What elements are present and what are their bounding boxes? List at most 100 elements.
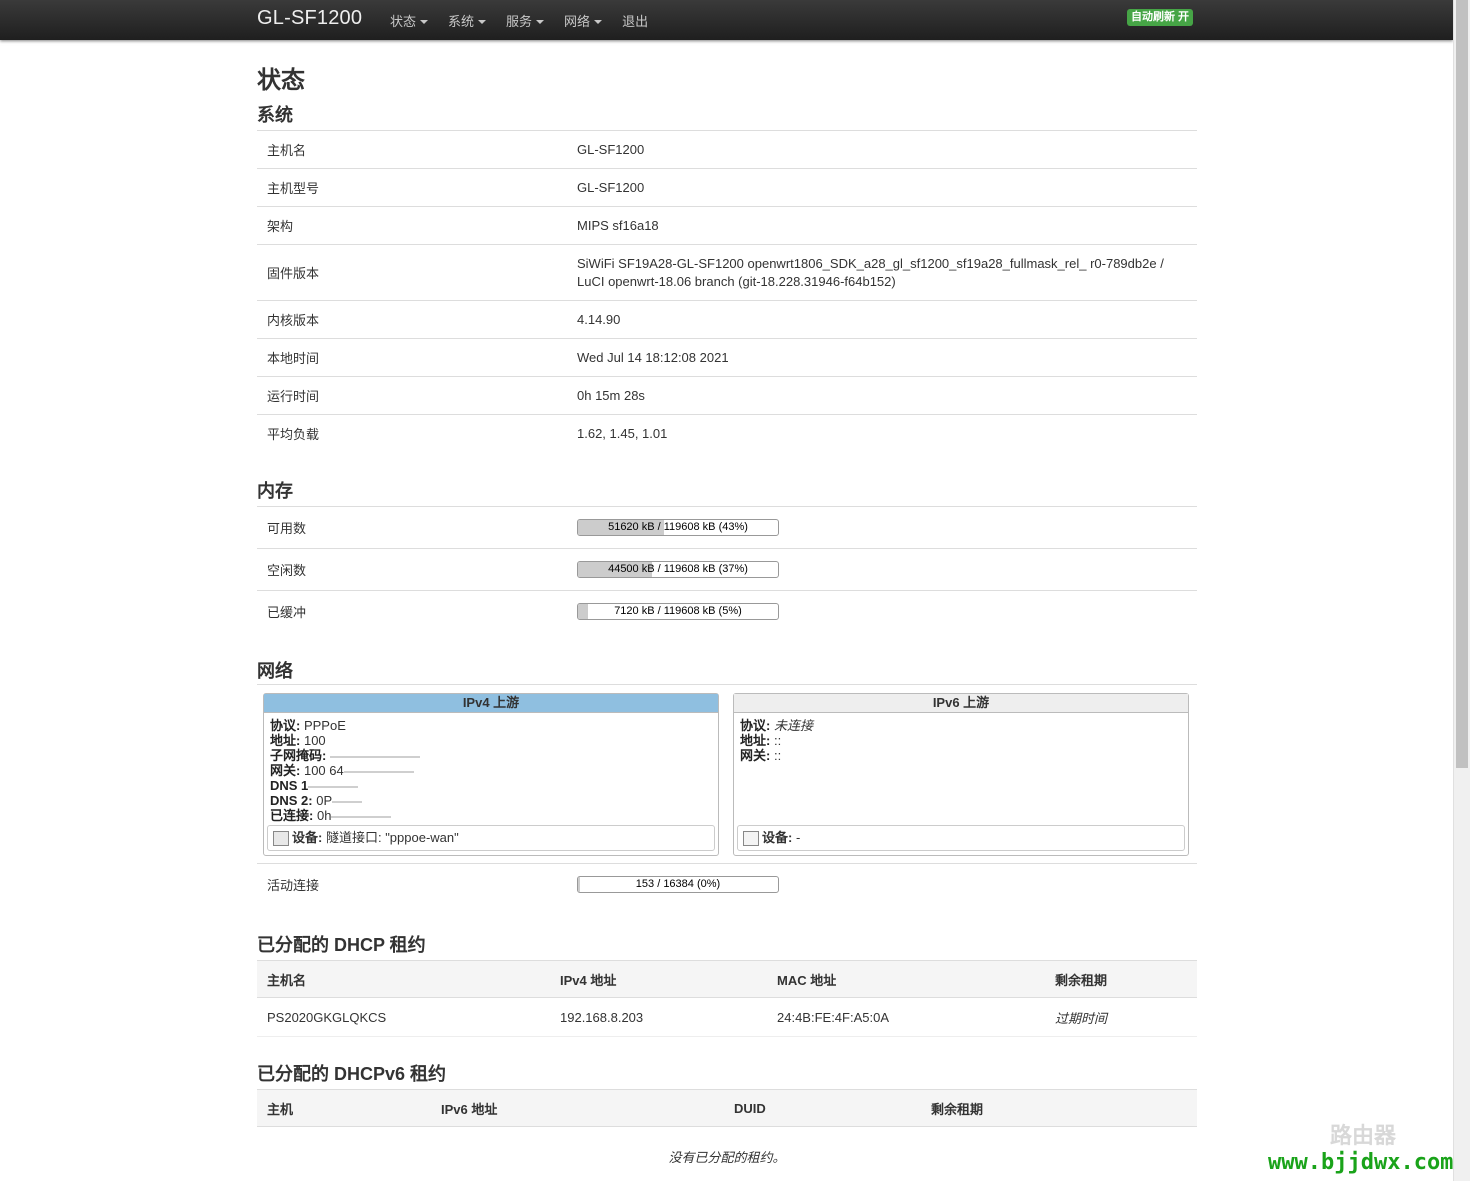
progress-text: 44500 kB / 119608 kB (37%) xyxy=(578,562,778,577)
field-label: 地址: xyxy=(270,733,300,748)
divider xyxy=(257,684,1197,685)
row-value: GL-SF1200 xyxy=(567,169,1197,207)
field-label: 子网掩码: xyxy=(270,748,326,763)
menu-network[interactable]: 网络 xyxy=(564,11,602,30)
redacted-mark xyxy=(344,771,414,773)
column-header: IPv4 地址 xyxy=(550,961,767,998)
row-value: Wed Jul 14 18:12:08 2021 xyxy=(567,339,1197,377)
row-label: 运行时间 xyxy=(257,377,567,415)
table-header-row: 主机名 IPv4 地址 MAC 地址 剩余租期 xyxy=(257,961,1197,998)
field-value: PPPoE xyxy=(304,718,346,733)
column-header: MAC 地址 xyxy=(767,961,1045,998)
network-heading: 网络 xyxy=(257,657,293,683)
ipv4-dns1: DNS 1 xyxy=(270,778,712,793)
row-value: 0h 15m 28s xyxy=(567,377,1197,415)
row-value: 7120 kB / 119608 kB (5%) xyxy=(567,591,1197,633)
field-value: 0P xyxy=(316,793,332,808)
ipv6-gateway: 网关: :: xyxy=(740,748,1182,763)
scrollbar-thumb[interactable] xyxy=(1456,0,1468,768)
auto-refresh-toggle[interactable]: 自动刷新 开 xyxy=(1127,9,1193,26)
field-label: 设备: xyxy=(762,830,792,845)
dhcp-leases-table: 主机名 IPv4 地址 MAC 地址 剩余租期 PS2020GKGLQKCS 1… xyxy=(257,960,1197,1037)
watermark-url: www.bjjdwx.com xyxy=(1268,1150,1453,1175)
ipv6-device: 设备: - xyxy=(737,825,1185,851)
row-label: 活动连接 xyxy=(257,864,567,906)
page-title: 状态 xyxy=(257,60,305,95)
field-label: DNS 1 xyxy=(270,778,308,793)
row-label: 已缓冲 xyxy=(257,591,567,633)
column-header: 剩余租期 xyxy=(1045,961,1197,998)
table-row: 没有已分配的租约。 xyxy=(257,1127,1197,1185)
row-label: 固件版本 xyxy=(257,245,567,301)
column-header: 主机名 xyxy=(257,961,550,998)
ipv4-dns2: DNS 2: 0P xyxy=(270,793,712,808)
field-label: 网关: xyxy=(270,763,300,778)
chevron-down-icon xyxy=(478,20,486,24)
column-header: 剩余租期 xyxy=(921,1090,1197,1127)
field-label: 地址: xyxy=(740,733,770,748)
network-device-icon xyxy=(273,831,289,846)
table-row: 固件版本 SiWiFi SF19A28-GL-SF1200 openwrt1806… xyxy=(257,245,1197,301)
field-label: 协议: xyxy=(740,718,770,733)
menu-logout[interactable]: 退出 xyxy=(622,11,648,30)
ipv4-address: 地址: 100 xyxy=(270,733,712,748)
firmware-line-1: SiWiFi SF19A28-GL-SF1200 openwrt1806_SDK… xyxy=(577,256,1164,271)
field-value: :: xyxy=(774,733,781,748)
progress-bar: 153 / 16384 (0%) xyxy=(577,876,779,893)
table-header-row: 主机 IPv6 地址 DUID 剩余租期 xyxy=(257,1090,1197,1127)
menu-system-label: 系统 xyxy=(448,14,474,29)
table-row: 已缓冲7120 kB / 119608 kB (5%) xyxy=(257,591,1197,633)
ipv6-address: 地址: :: xyxy=(740,733,1182,748)
column-header: IPv6 地址 xyxy=(431,1090,724,1127)
row-label: 空闲数 xyxy=(257,549,567,591)
redacted-mark xyxy=(332,801,362,803)
table-row: 平均负载1.62, 1.45, 1.01 xyxy=(257,415,1197,453)
row-value: 4.14.90 xyxy=(567,301,1197,339)
row-value: 1.62, 1.45, 1.01 xyxy=(567,415,1197,453)
system-table: 主机名GL-SF1200 主机型号GL-SF1200 架构MIPS sf16a1… xyxy=(257,130,1197,453)
system-heading: 系统 xyxy=(257,101,293,127)
table-row: 内核版本4.14.90 xyxy=(257,301,1197,339)
menu-services[interactable]: 服务 xyxy=(506,11,544,30)
field-value: 隧道接口: "pppoe-wan" xyxy=(326,830,459,845)
field-label: 设备: xyxy=(292,830,322,845)
chevron-down-icon xyxy=(420,20,428,24)
table-row: 主机名GL-SF1200 xyxy=(257,131,1197,169)
table-row: PS2020GKGLQKCS 192.168.8.203 24:4B:FE:4F… xyxy=(257,998,1197,1037)
redacted-mark xyxy=(330,756,420,758)
menu-status-label: 状态 xyxy=(390,14,416,29)
row-value: 44500 kB / 119608 kB (37%) xyxy=(567,549,1197,591)
redacted-mark xyxy=(331,816,391,818)
menu-status[interactable]: 状态 xyxy=(390,11,428,30)
table-row: 主机型号GL-SF1200 xyxy=(257,169,1197,207)
vertical-scrollbar[interactable] xyxy=(1453,0,1470,1181)
progress-bar: 51620 kB / 119608 kB (43%) xyxy=(577,519,779,536)
firmware-value: SiWiFi SF19A28-GL-SF1200 openwrt1806_SDK… xyxy=(567,245,1197,301)
brand-title[interactable]: GL-SF1200 xyxy=(257,7,362,30)
ipv4-title: IPv4 上游 xyxy=(264,694,718,713)
table-row: 运行时间0h 15m 28s xyxy=(257,377,1197,415)
field-value: - xyxy=(796,830,800,845)
field-value: 0h xyxy=(317,808,331,823)
active-connections-table: 活动连接 153 / 16384 (0%) xyxy=(257,863,1197,906)
firmware-line-2: LuCI openwrt-18.06 branch (git-18.228.31… xyxy=(577,274,896,289)
column-header: 主机 xyxy=(257,1090,431,1127)
ipv4-netmask: 子网掩码: xyxy=(270,748,712,763)
field-label: 协议: xyxy=(270,718,300,733)
menu-system[interactable]: 系统 xyxy=(448,11,486,30)
lease-ipv4: 192.168.8.203 xyxy=(550,998,767,1037)
memory-table: 可用数51620 kB / 119608 kB (43%) 空闲数 44500 k… xyxy=(257,506,1197,633)
field-label: 已连接: xyxy=(270,808,313,823)
dhcpv6-heading: 已分配的 DHCPv6 租约 xyxy=(257,1060,446,1086)
row-label: 平均负载 xyxy=(257,415,567,453)
lease-hostname: PS2020GKGLQKCS xyxy=(257,998,550,1037)
watermark-logo: 路由器 xyxy=(1330,1118,1396,1150)
field-value: 100 xyxy=(304,733,326,748)
column-header: DUID xyxy=(724,1090,921,1127)
row-value: GL-SF1200 xyxy=(567,131,1197,169)
table-row: 可用数51620 kB / 119608 kB (43%) xyxy=(257,507,1197,549)
row-value: MIPS sf16a18 xyxy=(567,207,1197,245)
table-row: 本地时间Wed Jul 14 18:12:08 2021 xyxy=(257,339,1197,377)
ipv4-protocol: 协议: PPPoE xyxy=(270,718,712,733)
ipv4-device: 设备: 隧道接口: "pppoe-wan" xyxy=(267,825,715,851)
